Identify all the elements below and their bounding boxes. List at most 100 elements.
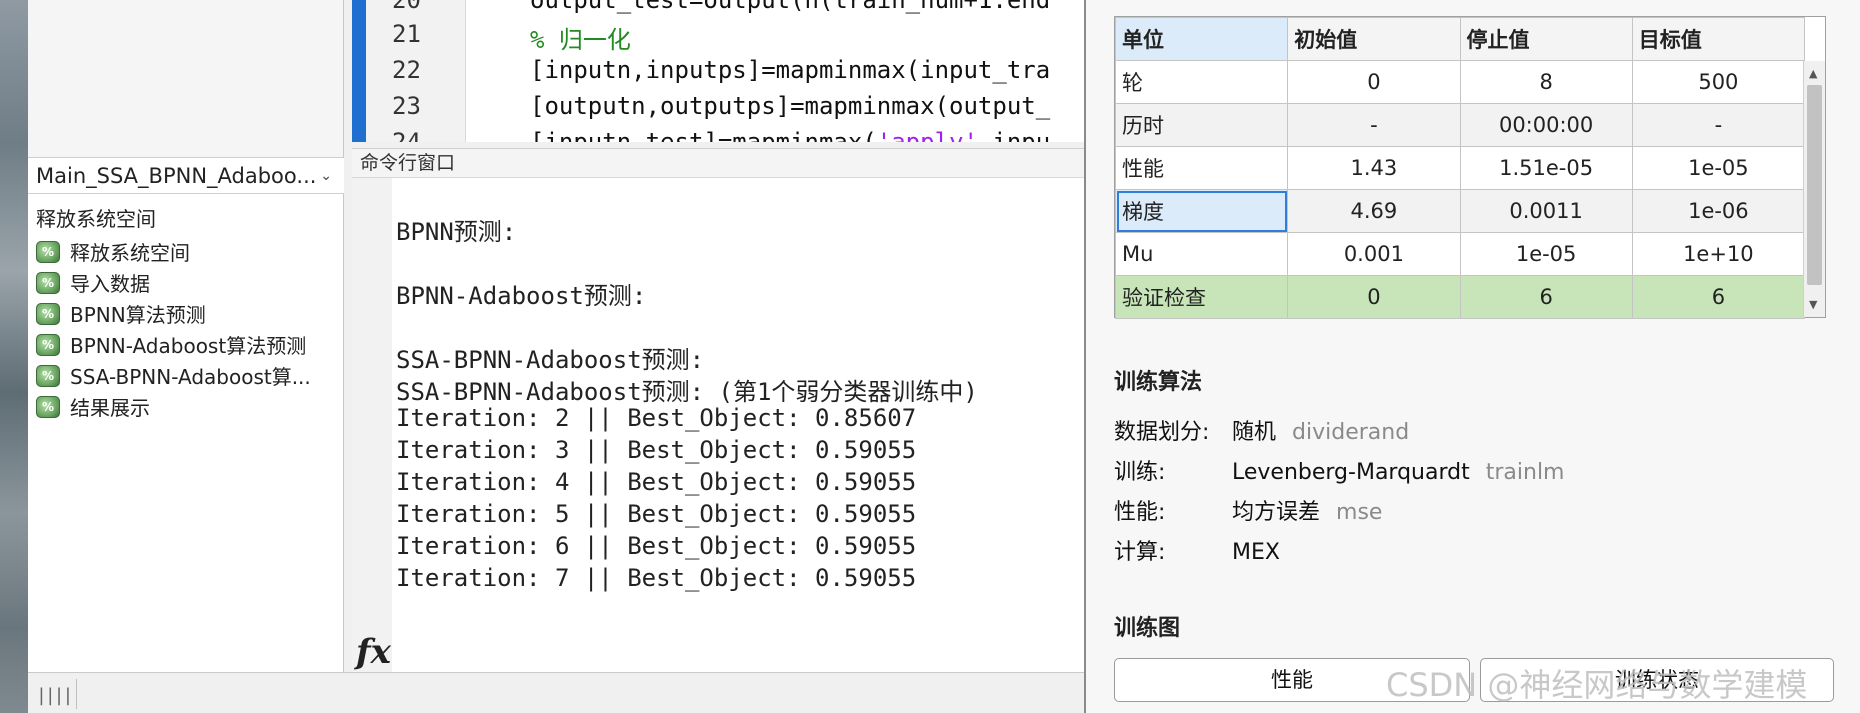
section-icon: % (36, 333, 60, 356)
algorithm-row: 计算: MEX (1114, 534, 1296, 566)
table-row-selected[interactable]: 梯度 4.69 0.0011 1e-06 (1114, 189, 1806, 233)
section-item-label: BPNN算法预测 (70, 303, 206, 327)
status-bar: |||| (28, 672, 1084, 713)
command-window-title[interactable]: 命令行窗口 (352, 148, 1084, 178)
section-item[interactable]: % 导入数据 (28, 267, 344, 298)
row-name: Mu (1114, 232, 1289, 276)
grip-icon[interactable]: |||| (36, 685, 73, 706)
scroll-down-icon[interactable]: ▼ (1809, 298, 1817, 311)
algorithm-function: trainlm (1485, 460, 1565, 485)
column-header[interactable]: 停止值 (1459, 17, 1633, 61)
section-item[interactable]: % BPNN算法预测 (28, 298, 344, 329)
status-divider (76, 679, 77, 709)
table-row[interactable]: 性能 1.43 1.51e-05 1e-05 (1114, 146, 1806, 190)
fx-icon[interactable]: fx (356, 632, 391, 672)
desktop-background (0, 0, 28, 713)
sections-header: 释放系统空间 (36, 207, 156, 231)
line-number: 23 (392, 92, 421, 120)
line-number: 20 (392, 0, 421, 14)
file-selector[interactable]: Main_SSA_BPNN_Adaboo... ⌄ (28, 158, 344, 194)
code-line[interactable]: [outputn,outputps]=mapminmax(output_ (530, 92, 1050, 120)
algorithm-row: 性能: 均方误差 mse (1114, 494, 1382, 526)
section-list: 释放系统空间 % 释放系统空间 % 导入数据 % BPNN算法预测 % BPNN-Ada… (28, 202, 344, 422)
stop-value: 1e-05 (1459, 232, 1633, 276)
code-editor[interactable]: 20 21 22 23 24 output_test=output(n(trai… (352, 0, 1084, 142)
table-row-validation[interactable]: 验证检查 0 6 6 (1114, 275, 1806, 319)
stop-value: 0.0011 (1459, 189, 1633, 233)
table-row[interactable]: 历时 - 00:00:00 - (1114, 103, 1806, 147)
section-item[interactable]: % 释放系统空间 (28, 236, 344, 267)
initial-value: - (1287, 103, 1461, 147)
section-item-label: SSA-BPNN-Adaboost算... (70, 365, 311, 389)
output-line: BPNN预测: (396, 218, 517, 246)
watermark: CSDN @神经网络与数学建模 (1386, 666, 1808, 704)
table-header-row: 单位 初始值 停止值 目标值 (1114, 17, 1806, 61)
target-value: 1e+10 (1631, 232, 1806, 276)
code-line[interactable]: [inputn_test]=mapminmax('apply',inpu (530, 128, 1050, 142)
table-row[interactable]: Mu 0.001 1e-05 1e+10 (1114, 232, 1806, 276)
output-line: SSA-BPNN-Adaboost预测: (396, 346, 705, 374)
scrollbar-thumb[interactable] (1807, 85, 1822, 285)
target-value: 6 (1631, 275, 1806, 319)
table-row[interactable]: 轮 0 8 500 (1114, 60, 1806, 104)
column-header[interactable]: 初始值 (1287, 17, 1461, 61)
prompt-strip (352, 178, 392, 672)
section-item-label: BPNN-Adaboost算法预测 (70, 334, 307, 358)
line-number: 24 (392, 128, 421, 142)
live-editor-outline-panel: Main_SSA_BPNN_Adaboo... ⌄ 释放系统空间 % 释放系统空间… (28, 0, 344, 672)
code-string: 'apply' (876, 128, 978, 142)
algorithm-key: 数据划分: (1114, 420, 1210, 445)
target-value: - (1631, 103, 1806, 147)
algorithm-value: 随机 (1232, 420, 1277, 445)
initial-value: 0 (1287, 60, 1461, 104)
column-header[interactable]: 目标值 (1631, 17, 1806, 61)
line-number: 21 (392, 20, 421, 48)
initial-value: 1.43 (1287, 146, 1461, 190)
row-name: 性能 (1114, 146, 1289, 190)
output-line: Iteration: 5 || Best_Object: 0.59055 (396, 500, 917, 528)
algorithm-value: MEX (1232, 540, 1280, 565)
section-icon: % (36, 302, 60, 325)
section-item-label: 导入数据 (70, 272, 150, 296)
output-line: BPNN-Adaboost预测: (396, 282, 647, 310)
section-marker-bar (352, 0, 366, 142)
code-comment-line[interactable]: % 归一化 (530, 20, 631, 55)
algorithm-value: 均方误差 (1232, 500, 1321, 525)
row-name: 历时 (1114, 103, 1289, 147)
command-window[interactable]: fx BPNN预测: BPNN-Adaboost预测: SSA-BPNN-Ada… (352, 178, 1084, 672)
stop-value: 1.51e-05 (1459, 146, 1633, 190)
column-header[interactable]: 单位 (1114, 17, 1289, 61)
output-line: Iteration: 4 || Best_Object: 0.59055 (396, 468, 917, 496)
section-icon: % (36, 240, 60, 263)
section-item-label: 释放系统空间 (70, 241, 190, 265)
row-name: 梯度 (1114, 189, 1289, 233)
file-selector-label: Main_SSA_BPNN_Adaboo... (36, 164, 317, 188)
stop-value: 6 (1459, 275, 1633, 319)
progress-table: 单位 初始值 停止值 目标值 轮 0 8 500 历时 - 00:00:00 -… (1114, 16, 1826, 319)
initial-value: 4.69 (1287, 189, 1461, 233)
output-line: Iteration: 3 || Best_Object: 0.59055 (396, 436, 917, 464)
algorithm-row: 数据划分: 随机 dividerand (1114, 414, 1409, 446)
output-line: SSA-BPNN-Adaboost预测: (第1个弱分类器训练中) (396, 378, 978, 406)
training-plots-title: 训练图 (1114, 616, 1181, 641)
chevron-down-icon[interactable]: ⌄ (320, 158, 332, 193)
section-item[interactable]: % SSA-BPNN-Adaboost算... (28, 360, 344, 391)
code-line[interactable]: output_test=output(n(train_num+1:end (530, 0, 1050, 14)
section-item[interactable]: % BPNN-Adaboost算法预测 (28, 329, 344, 360)
section-icon: % (36, 271, 60, 294)
section-icon: % (36, 364, 60, 387)
code-line[interactable]: [inputn,inputps]=mapminmax(input_tra (530, 56, 1050, 84)
scroll-up-icon[interactable]: ▲ (1809, 67, 1817, 80)
output-line: Iteration: 6 || Best_Object: 0.59055 (396, 532, 917, 560)
vertical-scrollbar[interactable]: ▲ ▼ (1803, 61, 1825, 317)
target-value: 500 (1631, 60, 1806, 104)
output-line: Iteration: 2 || Best_Object: 0.85607 (396, 404, 917, 432)
training-progress-panel: 单位 初始值 停止值 目标值 轮 0 8 500 历时 - 00:00:00 -… (1084, 0, 1860, 713)
algorithm-key: 计算: (1114, 540, 1166, 565)
algorithm-value: Levenberg-Marquardt (1232, 460, 1470, 485)
algorithm-function: dividerand (1292, 420, 1410, 445)
line-number: 22 (392, 56, 421, 84)
algorithm-key: 性能: (1114, 500, 1166, 525)
section-item[interactable]: % 结果展示 (28, 391, 344, 422)
code-text: [inputn_test]=mapminmax( (530, 128, 877, 142)
